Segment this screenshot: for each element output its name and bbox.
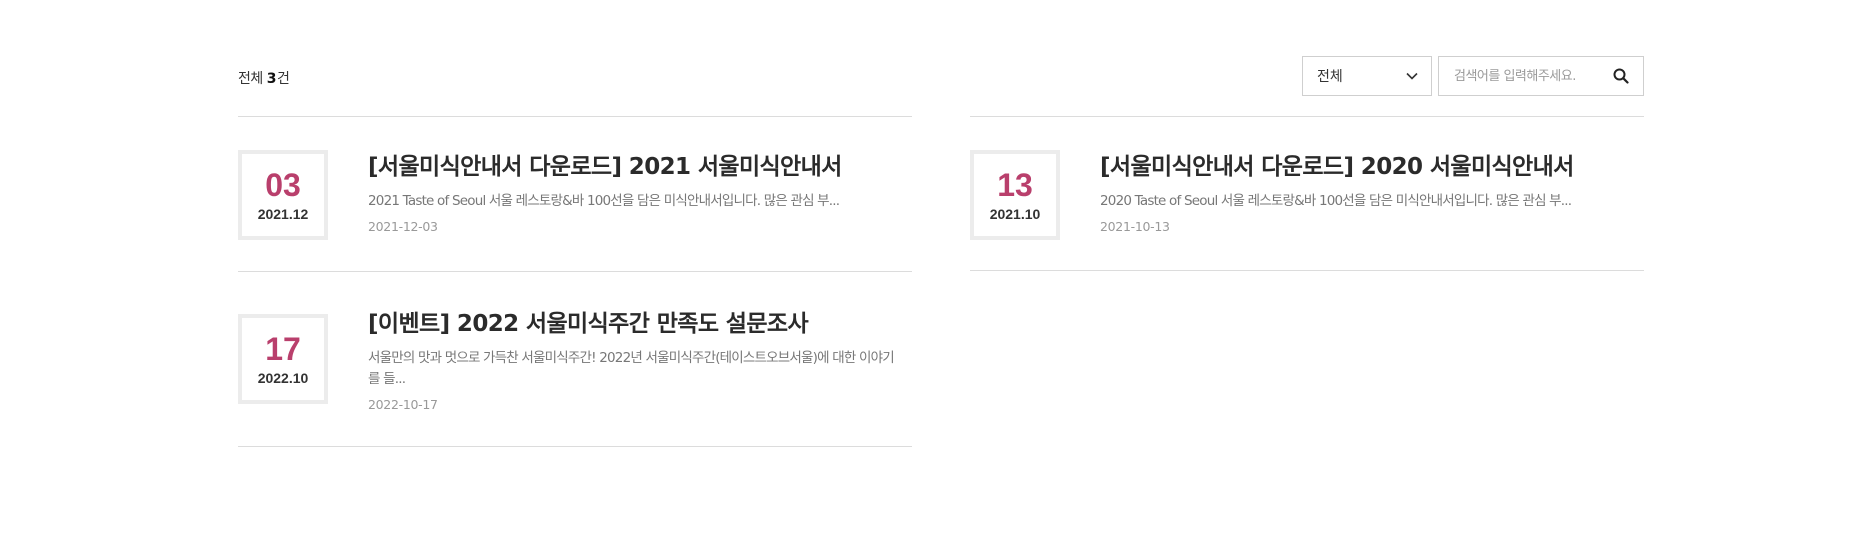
board-list: 전체 3 건 전체 03 2021.12 [서울미식안내서 다운로드] 2021… <box>238 0 1644 548</box>
post-date: 2021-12-03 <box>368 219 438 234</box>
post-title-link[interactable]: [서울미식안내서 다운로드] 2021 서울미식안내서 <box>368 151 902 183</box>
date-badge-day: 13 <box>997 167 1033 203</box>
category-select-value: 전체 <box>1317 69 1343 85</box>
search-icon <box>1613 68 1629 84</box>
search-box <box>1438 56 1644 96</box>
post-title-link[interactable]: [서울미식안내서 다운로드] 2020 서울미식안내서 <box>1100 151 1634 183</box>
result-count: 전체 3 건 <box>238 68 290 88</box>
date-badge-year-month: 2021.10 <box>989 206 1041 222</box>
date-badge-day: 17 <box>265 331 301 367</box>
category-select[interactable]: 전체 <box>1302 56 1432 96</box>
chevron-down-icon <box>1406 72 1418 80</box>
post-date: 2022-10-17 <box>368 397 438 412</box>
date-badge: 13 2021.10 <box>970 150 1060 240</box>
post-date: 2021-10-13 <box>1100 219 1170 234</box>
result-count-number: 3 <box>266 71 277 87</box>
post-description: 2020 Taste of Seoul 서울 레스토랑&바 100선을 담은 미… <box>1100 193 1572 209</box>
date-badge-year-month: 2021.12 <box>257 206 309 222</box>
post-item[interactable]: 03 2021.12 [서울미식안내서 다운로드] 2021 서울미식안내서 2… <box>238 116 912 271</box>
search-input[interactable] <box>1439 57 1599 95</box>
search-button[interactable] <box>1599 57 1643 95</box>
post-title-link[interactable]: [이벤트] 2022 서울미식주간 만족도 설문조사 <box>368 308 902 340</box>
post-column-right: 13 2021.10 [서울미식안내서 다운로드] 2020 서울미식안내서 2… <box>970 116 1644 271</box>
result-count-suffix: 건 <box>277 71 290 87</box>
date-badge-day: 03 <box>265 167 301 203</box>
date-badge: 17 2022.10 <box>238 314 328 404</box>
date-badge-year-month: 2022.10 <box>257 370 309 386</box>
post-item[interactable]: 17 2022.10 [이벤트] 2022 서울미식주간 만족도 설문조사 서울… <box>238 271 912 447</box>
result-count-prefix: 전체 <box>238 71 263 87</box>
post-description: 2021 Taste of Seoul 서울 레스토랑&바 100선을 담은 미… <box>368 193 840 209</box>
date-badge: 03 2021.12 <box>238 150 328 240</box>
post-column-left: 03 2021.12 [서울미식안내서 다운로드] 2021 서울미식안내서 2… <box>238 116 912 447</box>
post-description: 서울만의 맛과 멋으로 가득찬 서울미식주간! 2022년 서울미식주간(테이스… <box>368 350 895 387</box>
post-item[interactable]: 13 2021.10 [서울미식안내서 다운로드] 2020 서울미식안내서 2… <box>970 116 1644 271</box>
